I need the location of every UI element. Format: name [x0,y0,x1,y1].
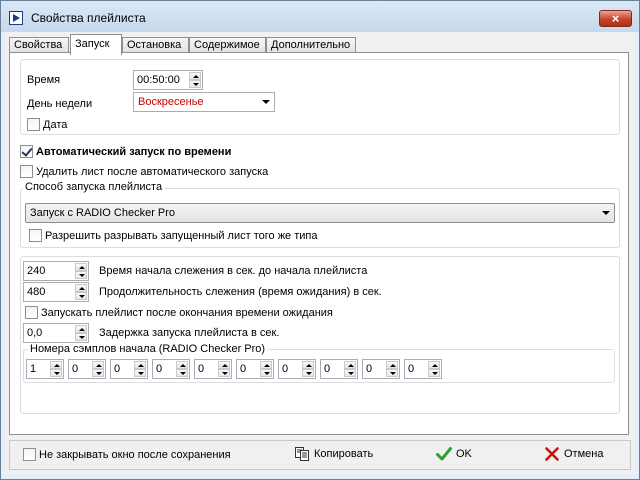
up-arrow-icon[interactable] [75,284,87,292]
tab-launch[interactable]: Запуск [70,34,122,55]
launch-delay-input[interactable]: 0,0 [23,323,89,343]
sample-input-4[interactable]: 0 [152,359,190,379]
close-icon: × [611,11,620,26]
sample-input-7[interactable]: 0 [278,359,316,379]
down-arrow-icon[interactable] [92,369,104,377]
down-arrow-icon[interactable] [50,369,62,377]
copy-icon [295,447,309,461]
sample-input-10[interactable]: 0 [404,359,442,379]
auto-start-label: Автоматический запуск по времени [36,146,232,158]
monitor-duration-input[interactable]: 480 [23,282,89,302]
down-arrow-icon[interactable] [75,271,87,279]
date-label: Дата [43,119,68,131]
launch-tab-panel: Время 00:50:00 День недели Воскресенье Д… [9,52,629,435]
keep-open-checkbox[interactable] [23,448,36,461]
date-checkbox[interactable] [27,118,40,131]
down-arrow-icon[interactable] [386,369,398,377]
sample-input-3[interactable]: 0 [110,359,148,379]
down-arrow-icon[interactable] [260,369,272,377]
checkmark-icon [436,447,452,461]
monitor-duration-label: Продолжительность слежения (время ожидан… [99,286,382,298]
sample-input-1[interactable]: 1 [26,359,64,379]
bottom-bar: Не закрывать окно после сохранения Копир… [9,440,631,470]
launch-after-label: Запускать плейлист после окончания време… [41,307,333,319]
down-arrow-icon[interactable] [75,292,87,300]
down-arrow-icon[interactable] [428,369,440,377]
sample-input-9[interactable]: 0 [362,359,400,379]
delete-after-checkbox[interactable] [20,165,33,178]
monitor-start-input[interactable]: 240 [23,261,89,281]
down-arrow-icon[interactable] [176,369,188,377]
start-method-select[interactable]: Запуск с RADIO Checker Pro [25,203,615,223]
allow-break-checkbox[interactable] [29,229,42,242]
up-arrow-icon[interactable] [428,361,440,369]
close-icon [545,447,559,461]
close-button[interactable]: × [599,10,632,27]
up-arrow-icon[interactable] [260,361,272,369]
up-arrow-icon[interactable] [92,361,104,369]
down-arrow-icon[interactable] [302,369,314,377]
launch-after-checkbox[interactable] [25,306,38,319]
allow-break-label: Разрешить разрывать запущенный лист того… [45,230,318,242]
down-arrow-icon[interactable] [218,369,230,377]
down-arrow-icon[interactable] [344,369,356,377]
up-arrow-icon[interactable] [302,361,314,369]
up-arrow-icon[interactable] [75,325,87,333]
copy-button[interactable]: Копировать [294,444,384,466]
weekday-select[interactable]: Воскресенье [133,92,275,112]
monitoring-group: 240 Время начала слежения в сек. до нача… [20,256,620,414]
chevron-down-icon [262,100,270,104]
up-arrow-icon[interactable] [218,361,230,369]
samples-group-label: Номера сэмплов начала (RADIO Checker Pro… [28,343,268,355]
time-input[interactable]: 00:50:00 [133,70,203,90]
time-group: Время 00:50:00 День недели Воскресенье Д… [20,59,620,135]
keep-open-label: Не закрывать окно после сохранения [39,449,231,461]
up-arrow-icon[interactable] [50,361,62,369]
title-bar[interactable]: Свойства плейлиста × [1,1,639,32]
delete-after-label: Удалить лист после автоматического запус… [36,166,269,178]
sample-input-6[interactable]: 0 [236,359,274,379]
launch-delay-label: Задержка запуска плейлиста в сек. [99,327,280,339]
cancel-button[interactable]: Отмена [544,444,624,466]
monitor-start-label: Время начала слежения в сек. до начала п… [99,265,368,277]
sample-input-5[interactable]: 0 [194,359,232,379]
weekday-label: День недели [27,98,93,110]
dialog-client: Свойства Запуск Остановка Содержимое Доп… [5,32,635,474]
time-up-arrow-icon[interactable] [189,72,201,80]
up-arrow-icon[interactable] [176,361,188,369]
start-method-group: Способ запуска плейлиста Запуск с RADIO … [20,181,620,248]
time-down-arrow-icon[interactable] [189,80,201,88]
up-arrow-icon[interactable] [344,361,356,369]
auto-start-checkbox[interactable] [20,145,33,158]
ok-button[interactable]: OK [436,444,486,466]
start-method-group-label: Способ запуска плейлиста [23,181,165,193]
window-title: Свойства плейлиста [31,11,146,25]
down-arrow-icon[interactable] [134,369,146,377]
sample-input-2[interactable]: 0 [68,359,106,379]
up-arrow-icon[interactable] [386,361,398,369]
time-label: Время [27,74,61,86]
app-icon [9,11,23,25]
chevron-down-icon [602,211,610,215]
up-arrow-icon[interactable] [75,263,87,271]
down-arrow-icon[interactable] [75,333,87,341]
samples-group: Номера сэмплов начала (RADIO Checker Pro… [23,343,615,383]
up-arrow-icon[interactable] [134,361,146,369]
playlist-properties-window: Свойства плейлиста × Свойства Запуск Ост… [0,0,640,480]
sample-input-8[interactable]: 0 [320,359,358,379]
